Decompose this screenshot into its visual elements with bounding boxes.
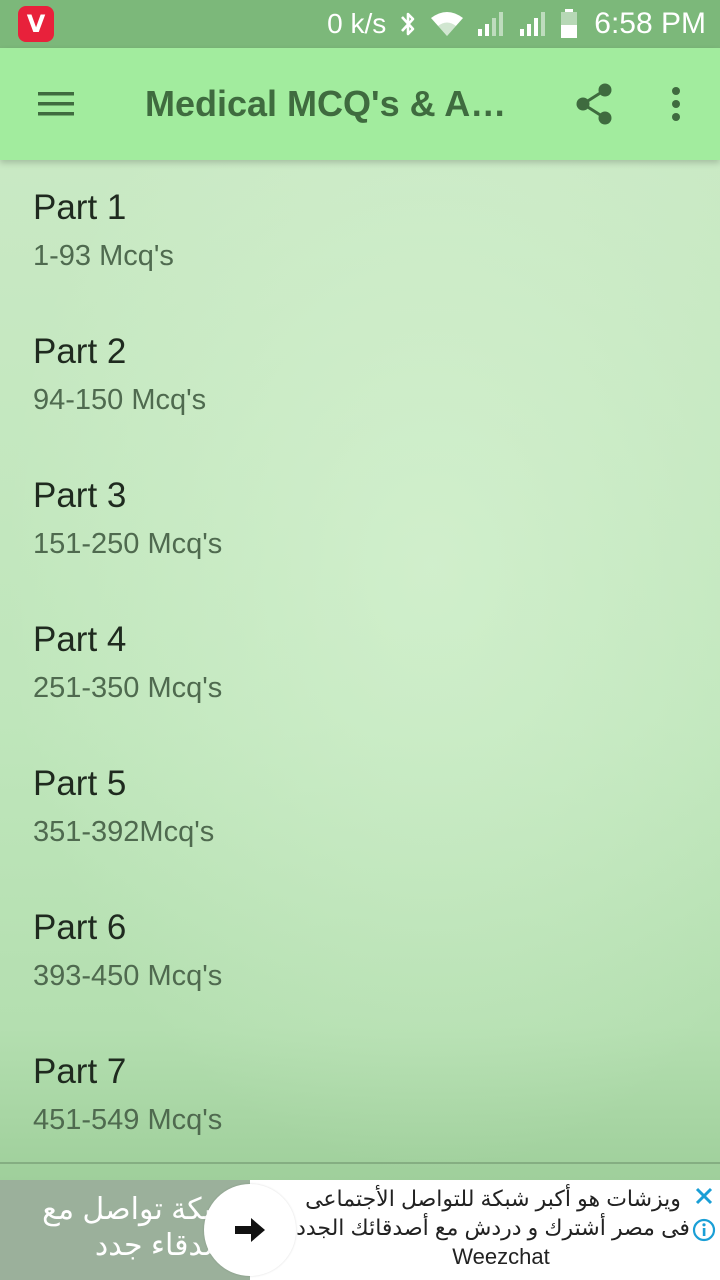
- ad-left-text-line1: شبكة تواصل مع: [42, 1193, 238, 1226]
- status-indicators: 0 k/s 6:58 PM: [327, 7, 706, 41]
- share-icon[interactable]: [566, 76, 622, 132]
- list-item-title: Part 1: [33, 188, 127, 227]
- hamburger-menu-icon[interactable]: [0, 48, 112, 160]
- list-item-title: Part 6: [33, 908, 127, 947]
- list-item-title: Part 4: [33, 620, 127, 659]
- page-title: Medical MCQ's & A…: [145, 83, 507, 124]
- list-item-part-1[interactable]: Part 1 1-93 Mcq's: [0, 160, 720, 304]
- app-bar: Medical MCQ's & A…: [0, 48, 720, 160]
- ad-text-line1: ويزشات هو أكبر شبكة للتواصل الأجتماعى: [305, 1186, 681, 1211]
- ad-text-line2: فى مصر أشترك و دردش مع أصدقائك الجدد: [296, 1215, 690, 1240]
- parts-list: Part 1 1-93 Mcq's Part 2 94-150 Mcq's Pa…: [0, 160, 720, 1180]
- list-item-title: Part 7: [33, 1052, 127, 1091]
- list-item-part-6[interactable]: Part 6 393-450 Mcq's: [0, 880, 720, 1024]
- list-item-subtitle: 1-93 Mcq's: [33, 240, 174, 272]
- bluetooth-icon: [398, 9, 418, 39]
- ad-brand[interactable]: Weezchat: [296, 1244, 706, 1270]
- ad-text[interactable]: ويزشات هو أكبر شبكة للتواصل الأجتماعى فى…: [296, 1184, 690, 1242]
- signal-icon: [518, 11, 548, 37]
- status-time: 6:58 PM: [594, 7, 706, 40]
- list-item-title: Part 3: [33, 476, 127, 515]
- list-item-title: Part 2: [33, 332, 127, 371]
- wifi-icon: [430, 10, 464, 38]
- status-bar: V 0 k/s 6:58 PM: [0, 0, 720, 48]
- close-icon[interactable]: [692, 1184, 716, 1208]
- list-item-part-3[interactable]: Part 3 151-250 Mcq's: [0, 448, 720, 592]
- list-item-subtitle: 94-150 Mcq's: [33, 384, 207, 416]
- list-item-part-2[interactable]: Part 2 94-150 Mcq's: [0, 304, 720, 448]
- ad-banner[interactable]: شبكة تواصل مع أصدقاء جدد ويزشات هو أكبر …: [0, 1180, 720, 1280]
- list-item-part-5[interactable]: Part 5 351-392Mcq's: [0, 736, 720, 880]
- more-vert-icon[interactable]: [652, 76, 700, 132]
- list-item-part-7[interactable]: Part 7 451-549 Mcq's: [0, 1024, 720, 1168]
- list-item-subtitle: 251-350 Mcq's: [33, 672, 223, 704]
- ad-left-text-line2: أصدقاء جدد: [94, 1229, 238, 1262]
- list-item-subtitle: 351-392Mcq's: [33, 816, 215, 848]
- list-divider: [0, 1162, 720, 1164]
- arrow-right-icon[interactable]: [204, 1184, 296, 1276]
- battery-icon: [560, 9, 578, 39]
- vidmate-icon: V: [18, 6, 54, 42]
- info-icon[interactable]: [690, 1216, 718, 1244]
- list-item-subtitle: 451-549 Mcq's: [33, 1104, 223, 1136]
- list-item-title: Part 5: [33, 764, 127, 803]
- list-item-subtitle: 151-250 Mcq's: [33, 528, 223, 560]
- network-speed: 0 k/s: [327, 8, 387, 39]
- signal-icon: [476, 11, 506, 37]
- list-item-part-4[interactable]: Part 4 251-350 Mcq's: [0, 592, 720, 736]
- list-item-subtitle: 393-450 Mcq's: [33, 960, 223, 992]
